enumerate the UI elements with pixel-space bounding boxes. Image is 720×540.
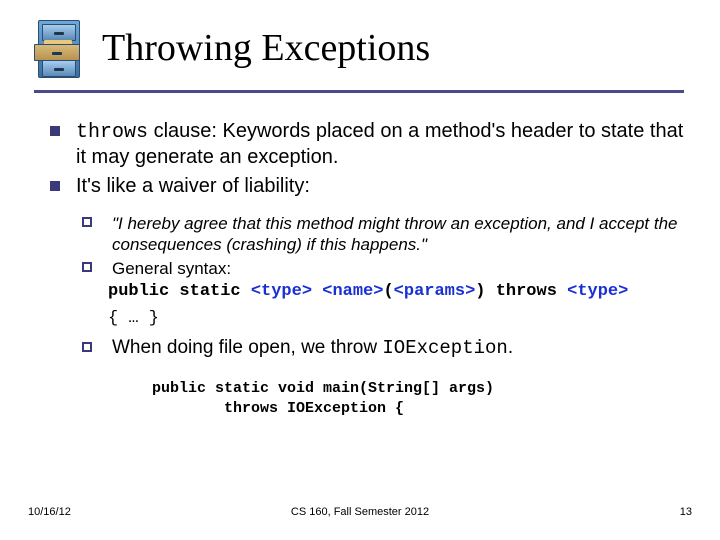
footer-course: CS 160, Fall Semester 2012 [0, 506, 720, 518]
sub-bullet-quote: "I hereby agree that this method might t… [108, 213, 690, 256]
code-text: ( [383, 282, 393, 301]
code-text [312, 282, 322, 301]
sub-text: When doing file open, we throw [112, 337, 382, 358]
sub-bullets: "I hereby agree that this method might t… [72, 203, 690, 419]
body: throws clause: Keywords placed on a meth… [0, 93, 720, 419]
sub-bullet-syntax: General syntax: [108, 258, 690, 279]
code-text: throws [496, 282, 567, 301]
square-bullet-icon [50, 126, 60, 136]
sub-text: General syntax: [112, 259, 231, 278]
square-bullet-icon [50, 181, 60, 191]
bullet-throws-clause: throws clause: Keywords placed on a meth… [72, 119, 690, 170]
code-example: public static void main(String[] args) t… [152, 379, 690, 420]
open-square-bullet-icon [82, 262, 92, 272]
open-square-bullet-icon [82, 217, 92, 227]
code-text: IOException [382, 337, 507, 359]
bullet-text: clause: Keywords placed on a method's he… [76, 120, 683, 168]
code-placeholder: <name> [322, 282, 383, 301]
code-text: public static [108, 282, 251, 301]
open-square-bullet-icon [82, 342, 92, 352]
keyword-throws: throws [76, 121, 148, 144]
code-placeholder: <type> [251, 282, 312, 301]
title-row: Throwing Exceptions [0, 0, 720, 80]
bullet-waiver: It's like a waiver of liability: [72, 174, 690, 199]
footer-page-number: 13 [680, 506, 692, 518]
braces-line: { … } [108, 309, 690, 328]
slide: Throwing Exceptions throws clause: Keywo… [0, 0, 720, 540]
sub-bullet-ioexception: When doing file open, we throw IOExcepti… [108, 336, 690, 361]
sub-text: "I hereby agree that this method might t… [112, 214, 677, 254]
bullet-text: It's like a waiver of liability: [76, 175, 310, 197]
code-text: ) [475, 282, 495, 301]
slide-title: Throwing Exceptions [102, 26, 430, 70]
code-placeholder: <type> [567, 282, 628, 301]
sub-text: . [508, 337, 513, 358]
code-placeholder: <params> [394, 282, 476, 301]
code-line: public static void main(String[] args) [152, 379, 690, 399]
syntax-line: public static <type> <name>(<params>) th… [108, 281, 690, 303]
code-line: throws IOException { [152, 399, 690, 419]
filing-cabinet-icon [34, 16, 84, 80]
